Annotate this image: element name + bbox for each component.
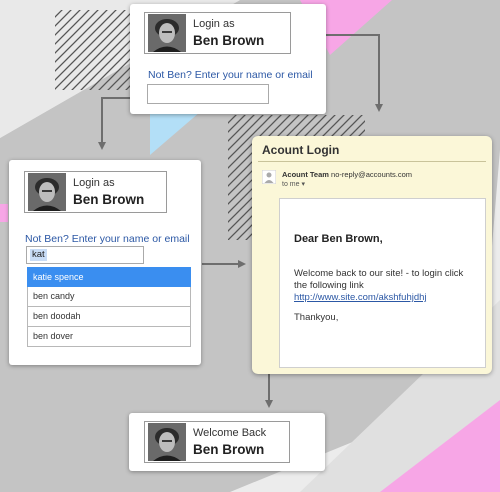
avatar-image — [28, 173, 66, 211]
user-name: Ben Brown — [73, 192, 145, 207]
login-as-label: Login as — [193, 18, 235, 30]
sender-avatar-icon — [262, 170, 276, 184]
name-email-input[interactable]: kat — [26, 246, 144, 264]
profile-text: Login as Ben Brown — [73, 176, 144, 208]
sender-name: Acount Team — [282, 170, 329, 179]
profile-box-step4[interactable]: Welcome Back Ben Brown — [144, 421, 290, 463]
email-message: Welcome back to our site! - to login cli… — [294, 268, 464, 291]
autocomplete-dropdown: katie spence ben candy ben doodah ben do… — [27, 267, 191, 347]
welcome-card: Welcome Back Ben Brown — [129, 413, 325, 471]
name-email-input[interactable] — [147, 84, 269, 104]
profile-box-step1[interactable]: Login as Ben Brown — [144, 12, 291, 54]
suggestion-item[interactable]: ben dover — [27, 327, 191, 347]
suggestion-item[interactable]: ben candy — [27, 287, 191, 307]
login-link[interactable]: http://www.site.com/akshfuhjdhj — [294, 292, 427, 303]
email-signoff: Thankyou, — [294, 312, 339, 323]
avatar-image — [148, 14, 186, 52]
email-recipient[interactable]: to me ▾ — [282, 180, 305, 188]
login-card-step1: Login as Ben Brown Not Ben? Enter your n… — [130, 4, 326, 114]
user-name: Ben Brown — [193, 442, 265, 457]
not-user-link[interactable]: Not Ben? Enter your name or email — [148, 69, 313, 81]
suggestion-item[interactable]: ben doodah — [27, 307, 191, 327]
not-user-link[interactable]: Not Ben? Enter your name or email — [25, 233, 190, 245]
welcome-label: Welcome Back — [193, 427, 267, 439]
avatar-image — [148, 423, 186, 461]
chevron-down-icon: ▾ — [301, 181, 305, 188]
email-greeting: Dear Ben Brown, — [294, 233, 383, 245]
login-as-label: Login as — [73, 177, 115, 189]
sender-address: no-reply@accounts.com — [331, 170, 413, 179]
profile-text: Login as Ben Brown — [193, 17, 264, 49]
email-sender: Acount Team no-reply@accounts.com — [282, 170, 412, 179]
divider — [258, 161, 486, 162]
suggestion-item[interactable]: katie spence — [27, 267, 191, 287]
email-title: Acount Login — [262, 143, 340, 157]
typed-text: kat — [30, 249, 47, 261]
user-name: Ben Brown — [193, 33, 265, 48]
email-body: Dear Ben Brown, Welcome back to our site… — [279, 198, 486, 368]
bg-stripes-top — [55, 10, 130, 90]
profile-text: Welcome Back Ben Brown — [193, 426, 266, 458]
recipient-label: to me — [282, 181, 300, 188]
login-card-step2: Login as Ben Brown Not Ben? Enter your n… — [9, 160, 201, 365]
email-panel: Acount Login Acount Team no-reply@accoun… — [252, 136, 492, 374]
bg-pink-left — [0, 204, 8, 222]
profile-box-step2[interactable]: Login as Ben Brown — [24, 171, 167, 213]
